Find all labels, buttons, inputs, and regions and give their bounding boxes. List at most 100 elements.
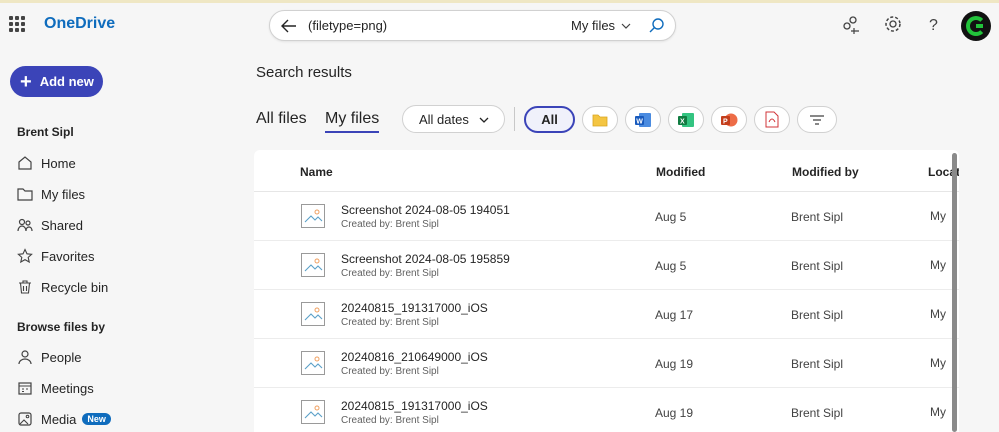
people-icon	[17, 218, 33, 232]
brand-name[interactable]: OneDrive	[44, 15, 115, 33]
image-file-icon	[301, 253, 325, 277]
file-modified-by: Brent Sipl	[791, 406, 844, 420]
person-icon	[18, 350, 32, 365]
sidebar-item-meetings[interactable]: Meetings	[17, 377, 94, 399]
file-creator: Created by: Brent Sipl	[341, 415, 439, 426]
file-modified-by: Brent Sipl	[791, 210, 844, 224]
tab-all-files[interactable]: All files	[256, 110, 307, 128]
image-file-icon	[301, 302, 325, 326]
table-row[interactable]: Screenshot 2024-08-05 195859 Created by:…	[254, 241, 959, 290]
sidebar-item-media[interactable]: Media New	[17, 408, 111, 430]
home-icon	[18, 156, 32, 170]
search-input[interactable]: (filetype=png)	[308, 18, 387, 33]
date-filter-label: All dates	[419, 111, 469, 127]
file-creator: Created by: Brent Sipl	[341, 219, 439, 230]
file-name[interactable]: 20240815_191317000_iOS	[341, 301, 488, 315]
scrollbar[interactable]	[952, 153, 957, 432]
filter-all-chip[interactable]: All	[524, 106, 575, 133]
sidebar-item-label: People	[41, 349, 82, 365]
table-row[interactable]: Screenshot 2024-08-05 194051 Created by:…	[254, 192, 959, 241]
add-new-button[interactable]: + Add new	[10, 66, 103, 97]
table-row[interactable]: 20240815_191317000_iOS Created by: Brent…	[254, 388, 959, 432]
image-file-icon	[301, 400, 325, 424]
sidebar-item-label: Home	[41, 155, 76, 171]
filter-powerpoint-chip[interactable]: P	[711, 106, 747, 133]
sidebar-item-shared[interactable]: Shared	[17, 214, 83, 236]
sidebar-item-home[interactable]: Home	[17, 152, 76, 174]
column-header-name[interactable]: Name	[300, 165, 333, 179]
chevron-down-icon	[479, 117, 489, 123]
file-location: My	[930, 258, 946, 272]
image-icon	[18, 412, 32, 426]
divider	[514, 107, 515, 131]
filter-folders-chip[interactable]	[582, 106, 618, 133]
search-icon[interactable]	[648, 17, 666, 35]
file-modified-by: Brent Sipl	[791, 357, 844, 371]
image-file-icon	[301, 204, 325, 228]
new-badge: New	[82, 413, 111, 425]
back-arrow-icon[interactable]	[280, 17, 298, 35]
table-header: Name Modified Modified by Location	[254, 150, 959, 192]
calendar-icon	[18, 382, 32, 395]
avatar[interactable]	[961, 11, 991, 41]
svg-text:P: P	[723, 118, 728, 125]
search-scope[interactable]: My files	[571, 18, 615, 33]
date-filter-dropdown[interactable]: All dates	[402, 105, 505, 133]
svg-text:X: X	[680, 118, 685, 125]
sidebar-item-label: My files	[41, 186, 86, 202]
share-people-icon[interactable]	[840, 13, 862, 35]
folder-icon	[592, 114, 608, 126]
column-header-modified-by[interactable]: Modified by	[792, 165, 859, 179]
sidebar-item-label: Shared	[41, 217, 83, 233]
sidebar-item-people[interactable]: People	[17, 346, 81, 368]
file-location: My	[930, 356, 946, 370]
file-creator: Created by: Brent Sipl	[341, 317, 439, 328]
filter-word-chip[interactable]: W	[625, 106, 661, 133]
sidebar-item-label: Meetings	[41, 380, 94, 396]
table-row[interactable]: 20240815_191317000_iOS Created by: Brent…	[254, 290, 959, 339]
sidebar-item-recycle-bin[interactable]: Recycle bin	[17, 276, 108, 298]
file-modified: Aug 19	[655, 406, 694, 420]
file-modified: Aug 5	[655, 259, 687, 273]
file-modified: Aug 5	[655, 210, 687, 224]
help-icon[interactable]: ?	[923, 13, 945, 35]
file-location: My	[930, 307, 946, 321]
sidebar-item-label: Recycle bin	[41, 279, 109, 295]
sidebar-item-my-files[interactable]: My files	[17, 183, 85, 205]
filter-pdf-chip[interactable]	[754, 106, 790, 133]
folder-icon	[17, 188, 33, 201]
svg-text:W: W	[636, 118, 643, 125]
powerpoint-icon: P	[721, 113, 738, 126]
filter-excel-chip[interactable]: X	[668, 106, 704, 133]
word-icon: W	[635, 112, 651, 127]
add-new-label: Add new	[39, 74, 94, 89]
sidebar-item-label: Media	[41, 411, 77, 427]
file-location: My	[930, 209, 946, 223]
file-name[interactable]: Screenshot 2024-08-05 195859	[341, 252, 510, 266]
filter-options-chip[interactable]	[797, 106, 837, 133]
page-title: Search results	[256, 64, 352, 81]
file-modified-by: Brent Sipl	[791, 259, 844, 273]
chevron-down-icon[interactable]	[620, 20, 632, 32]
filter-icon	[810, 114, 824, 125]
sidebar-item-label: Favorites	[41, 248, 95, 264]
app-launcher-icon[interactable]	[9, 16, 25, 32]
excel-icon: X	[678, 112, 694, 127]
image-file-icon	[301, 351, 325, 375]
trash-icon	[19, 280, 31, 294]
file-name[interactable]: 20240815_191317000_iOS	[341, 399, 488, 413]
table-row[interactable]: 20240816_210649000_iOS Created by: Brent…	[254, 339, 959, 388]
search-box[interactable]: (filetype=png) My files	[269, 10, 676, 41]
tab-my-files[interactable]: My files	[325, 110, 380, 133]
file-creator: Created by: Brent Sipl	[341, 366, 439, 377]
svg-text:?: ?	[929, 17, 938, 34]
gear-icon[interactable]	[882, 13, 904, 35]
file-modified-by: Brent Sipl	[791, 308, 844, 322]
file-name[interactable]: 20240816_210649000_iOS	[341, 350, 488, 364]
user-name: Brent Sipl	[17, 125, 74, 139]
file-name[interactable]: Screenshot 2024-08-05 194051	[341, 203, 510, 217]
header: OneDrive (filetype=png) My files ?	[0, 3, 999, 47]
star-icon	[17, 248, 33, 264]
sidebar-item-favorites[interactable]: Favorites	[17, 245, 94, 267]
column-header-modified[interactable]: Modified	[656, 165, 705, 179]
